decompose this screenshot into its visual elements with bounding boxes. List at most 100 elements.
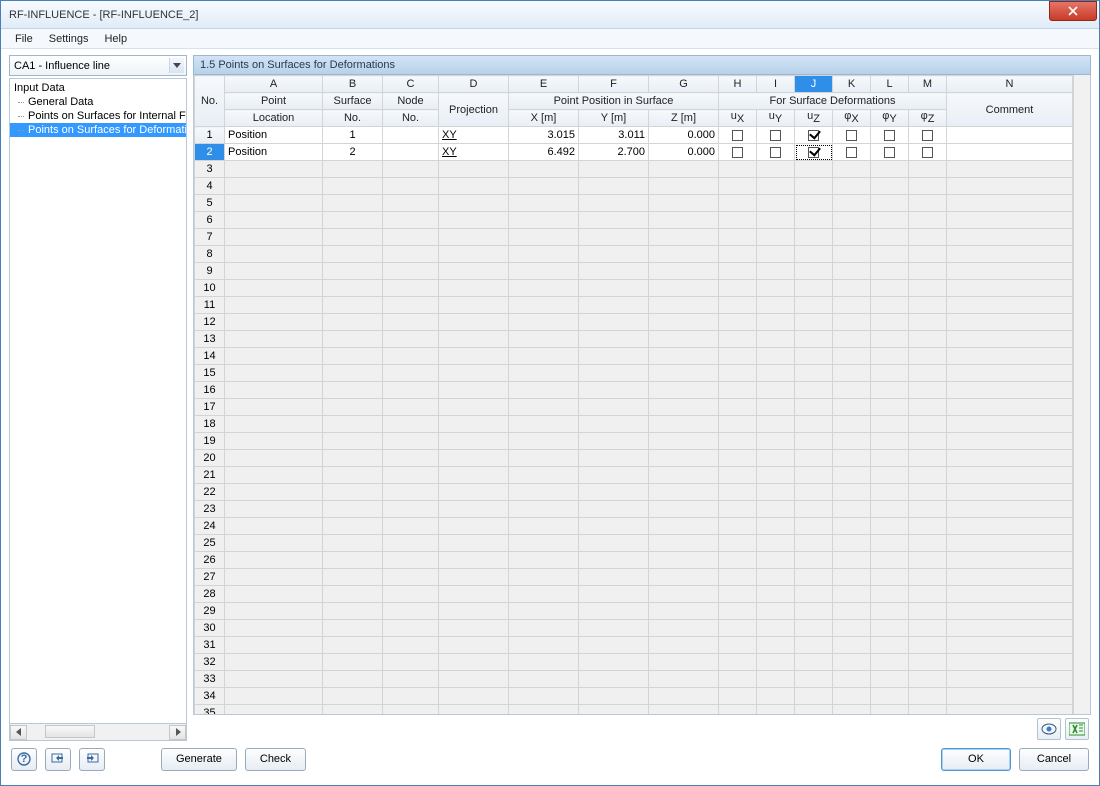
- cell[interactable]: [439, 654, 509, 671]
- cell[interactable]: [323, 331, 383, 348]
- cell[interactable]: [947, 416, 1073, 433]
- col-header[interactable]: Y [m]: [579, 110, 649, 127]
- cell[interactable]: [947, 654, 1073, 671]
- cell[interactable]: [579, 416, 649, 433]
- cell[interactable]: [225, 229, 323, 246]
- cell[interactable]: [225, 280, 323, 297]
- cell[interactable]: [439, 688, 509, 705]
- case-combo[interactable]: CA1 - Influence line: [9, 55, 187, 76]
- row-number[interactable]: 31: [195, 637, 225, 654]
- cell[interactable]: [833, 569, 871, 586]
- cell[interactable]: [383, 450, 439, 467]
- col-letter[interactable]: B: [323, 76, 383, 93]
- row-number[interactable]: 33: [195, 671, 225, 688]
- cell[interactable]: [757, 263, 795, 280]
- row-number[interactable]: 1: [195, 127, 225, 144]
- cell[interactable]: [225, 263, 323, 280]
- cell[interactable]: [719, 416, 757, 433]
- cell[interactable]: [323, 535, 383, 552]
- row-number[interactable]: 12: [195, 314, 225, 331]
- cell[interactable]: [383, 365, 439, 382]
- cell[interactable]: [833, 212, 871, 229]
- cell[interactable]: [579, 484, 649, 501]
- cell[interactable]: [909, 501, 947, 518]
- help-button[interactable]: ?: [11, 748, 37, 771]
- cell[interactable]: [909, 484, 947, 501]
- checkbox[interactable]: [770, 147, 781, 158]
- cell[interactable]: [649, 331, 719, 348]
- cell[interactable]: [649, 518, 719, 535]
- scroll-left-icon[interactable]: [10, 725, 27, 740]
- cell[interactable]: [947, 297, 1073, 314]
- cell[interactable]: [439, 433, 509, 450]
- cell[interactable]: [579, 603, 649, 620]
- cell[interactable]: [649, 382, 719, 399]
- cell[interactable]: [947, 144, 1073, 161]
- cell[interactable]: [795, 280, 833, 297]
- cell[interactable]: [439, 705, 509, 716]
- cell[interactable]: [871, 450, 909, 467]
- cell[interactable]: [439, 297, 509, 314]
- cell[interactable]: [795, 212, 833, 229]
- cell[interactable]: [509, 416, 579, 433]
- row-number[interactable]: 17: [195, 399, 225, 416]
- cell[interactable]: [649, 671, 719, 688]
- cell[interactable]: [947, 433, 1073, 450]
- cell[interactable]: [909, 314, 947, 331]
- cell[interactable]: [719, 450, 757, 467]
- cell[interactable]: [383, 501, 439, 518]
- cell[interactable]: [323, 620, 383, 637]
- cell[interactable]: [225, 501, 323, 518]
- cell[interactable]: [909, 331, 947, 348]
- cell[interactable]: [719, 280, 757, 297]
- cell[interactable]: [871, 671, 909, 688]
- cell[interactable]: [871, 144, 909, 161]
- col-letter[interactable]: M: [909, 76, 947, 93]
- cell[interactable]: [323, 501, 383, 518]
- col-header[interactable]: No.: [383, 110, 439, 127]
- cell[interactable]: [719, 484, 757, 501]
- cell[interactable]: [509, 263, 579, 280]
- cell[interactable]: [757, 297, 795, 314]
- cell[interactable]: [795, 161, 833, 178]
- row-number[interactable]: 11: [195, 297, 225, 314]
- cell[interactable]: [833, 620, 871, 637]
- cell[interactable]: [579, 365, 649, 382]
- cell[interactable]: [323, 178, 383, 195]
- col-letter[interactable]: C: [383, 76, 439, 93]
- cell[interactable]: [947, 535, 1073, 552]
- row-number[interactable]: 6: [195, 212, 225, 229]
- cell[interactable]: [383, 433, 439, 450]
- cell[interactable]: [509, 654, 579, 671]
- cell[interactable]: [947, 620, 1073, 637]
- cell[interactable]: [757, 586, 795, 603]
- cell[interactable]: [795, 144, 833, 161]
- row-number[interactable]: 23: [195, 501, 225, 518]
- cell[interactable]: [383, 654, 439, 671]
- tree-root[interactable]: Input Data: [10, 81, 186, 95]
- cell[interactable]: [909, 178, 947, 195]
- cell[interactable]: XY: [439, 144, 509, 161]
- cell[interactable]: [579, 212, 649, 229]
- row-number[interactable]: 19: [195, 433, 225, 450]
- cell[interactable]: [909, 382, 947, 399]
- cell[interactable]: [871, 654, 909, 671]
- cell[interactable]: [909, 654, 947, 671]
- row-number[interactable]: 21: [195, 467, 225, 484]
- cell[interactable]: [439, 314, 509, 331]
- cell[interactable]: [795, 365, 833, 382]
- cell[interactable]: [649, 212, 719, 229]
- cell[interactable]: [833, 314, 871, 331]
- scroll-thumb[interactable]: [45, 725, 95, 738]
- col-header[interactable]: uZ: [795, 110, 833, 127]
- cell[interactable]: [649, 161, 719, 178]
- cell[interactable]: [909, 518, 947, 535]
- col-header[interactable]: Z [m]: [649, 110, 719, 127]
- cell[interactable]: [833, 654, 871, 671]
- cell[interactable]: [323, 586, 383, 603]
- cell[interactable]: [719, 178, 757, 195]
- cell[interactable]: [439, 518, 509, 535]
- col-header[interactable]: uY: [757, 110, 795, 127]
- cell[interactable]: [909, 603, 947, 620]
- cell[interactable]: [509, 382, 579, 399]
